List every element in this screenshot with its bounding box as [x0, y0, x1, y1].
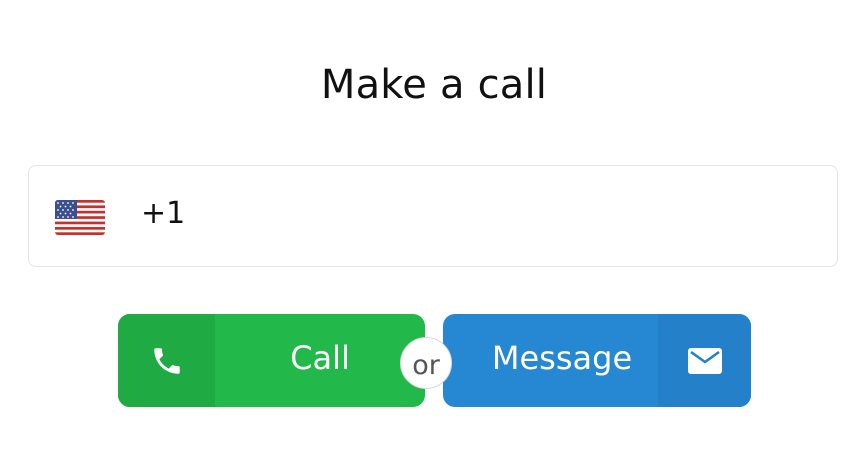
message-button[interactable]: Message	[443, 314, 751, 407]
us-flag-icon[interactable]	[55, 200, 105, 235]
page-title: Make a call	[320, 62, 548, 108]
message-button-label: Message	[491, 339, 633, 377]
call-button[interactable]: Call	[118, 314, 425, 407]
phone-icon	[153, 347, 180, 374]
call-button-label: Call	[290, 339, 350, 377]
or-separator: or	[400, 337, 452, 389]
call-icon-cell	[118, 314, 215, 407]
phone-number-input[interactable]	[141, 196, 741, 231]
phone-number-field[interactable]	[28, 165, 838, 267]
envelope-icon	[687, 347, 722, 374]
message-icon-cell	[658, 314, 751, 407]
make-call-widget: Make a call +1 Call Message or	[0, 0, 868, 471]
